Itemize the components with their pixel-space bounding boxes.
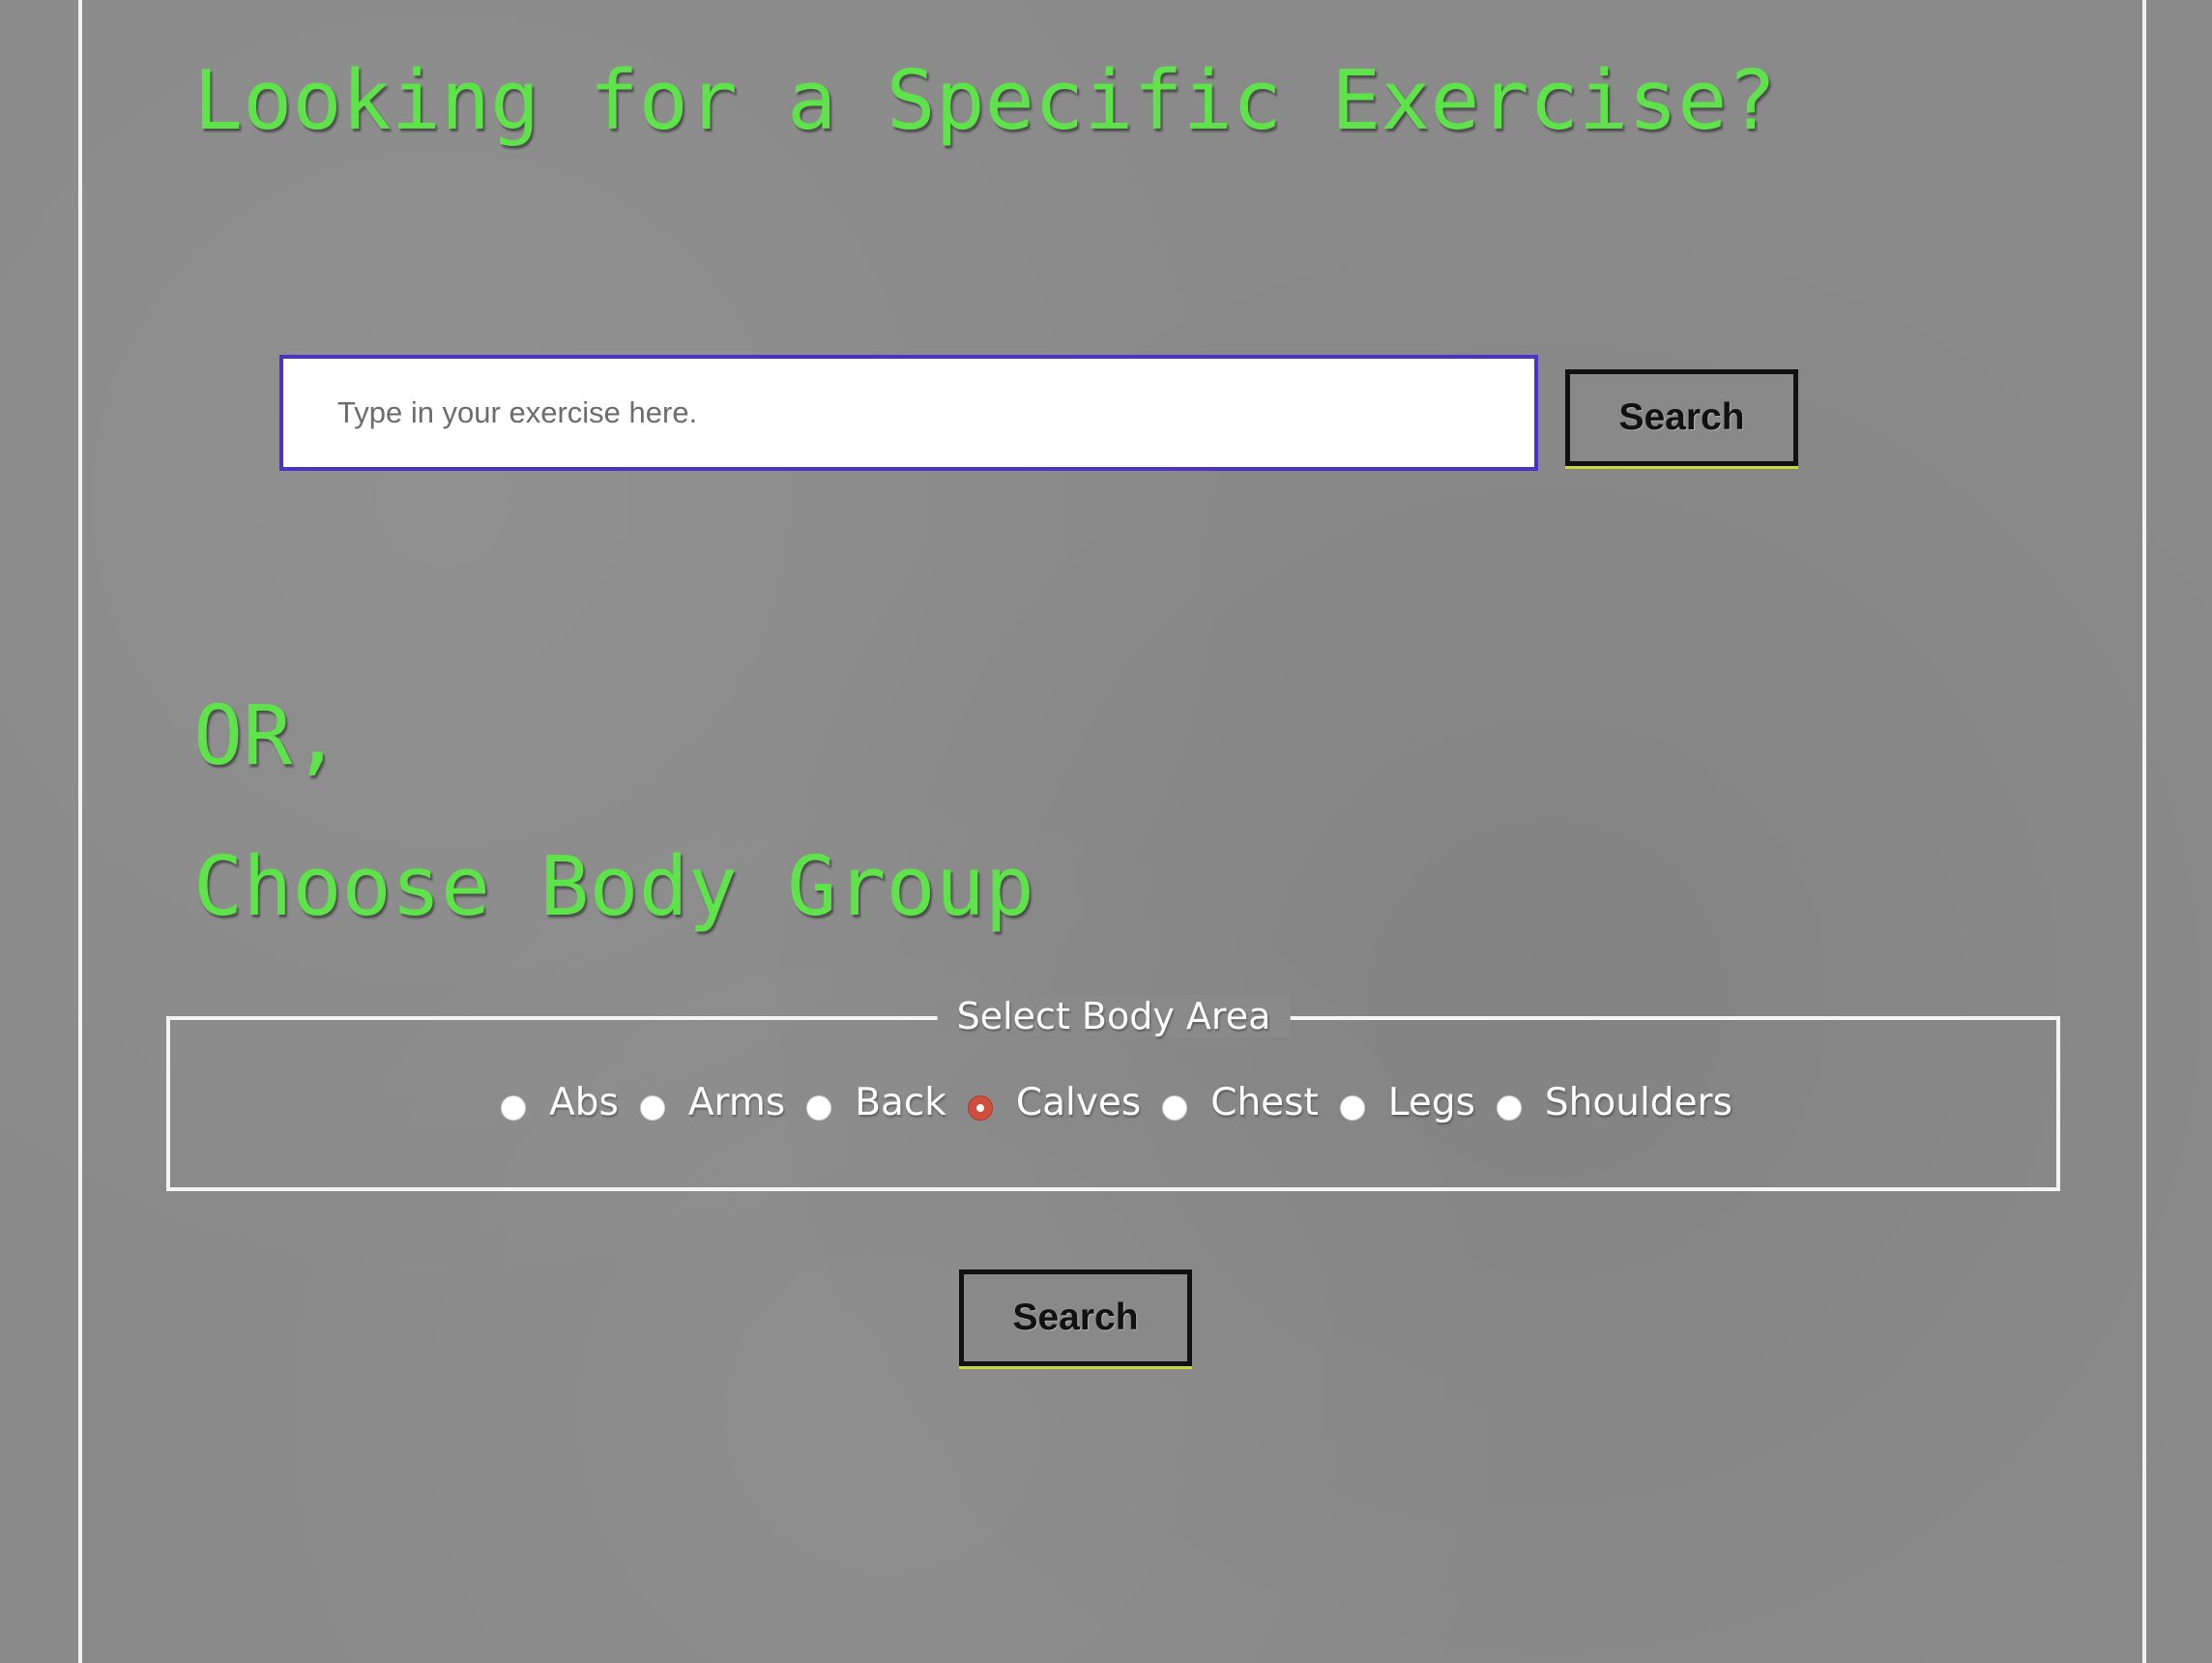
radio-label-shoulders: Shoulders [1544, 1080, 1732, 1124]
radio-label-arms: Arms [687, 1080, 786, 1124]
radio-button-calves[interactable] [967, 1095, 993, 1121]
body-group-search-button[interactable]: Search [959, 1269, 1192, 1366]
exercise-search-input[interactable] [279, 355, 1538, 471]
exercise-search-button[interactable]: Search [1565, 369, 1798, 466]
radio-button-abs[interactable] [501, 1095, 527, 1121]
radio-label-calves: Calves [1015, 1080, 1142, 1124]
radio-button-chest[interactable] [1162, 1095, 1188, 1121]
body-area-radio-group: Abs Arms Back Calves Chest Legs Shoulder… [0, 1073, 2212, 1131]
radio-label-abs: Abs [549, 1080, 619, 1124]
radio-button-shoulders[interactable] [1496, 1095, 1522, 1121]
radio-label-chest: Chest [1210, 1080, 1319, 1124]
page-border-left [78, 0, 82, 1663]
page-border-right [2142, 0, 2146, 1663]
radio-button-back[interactable] [806, 1095, 832, 1121]
radio-label-back: Back [855, 1080, 946, 1124]
body-area-legend: Select Body Area [937, 995, 1291, 1037]
body-group-title: Choose Body Group [193, 839, 1034, 935]
or-divider-text: OR, [193, 688, 342, 784]
page-title: Looking for a Specific Exercise? [193, 53, 1777, 149]
radio-label-legs: Legs [1387, 1080, 1475, 1124]
radio-option-legs[interactable]: Legs [1319, 1081, 1475, 1124]
radio-option-arms[interactable]: Arms [619, 1081, 785, 1124]
radio-button-legs[interactable] [1339, 1095, 1365, 1121]
radio-option-back[interactable]: Back [785, 1081, 946, 1124]
radio-option-abs[interactable]: Abs [480, 1081, 619, 1124]
radio-option-chest[interactable]: Chest [1141, 1081, 1319, 1124]
radio-option-calves[interactable]: Calves [946, 1081, 1141, 1124]
radio-option-shoulders[interactable]: Shoulders [1475, 1081, 1732, 1124]
radio-button-arms[interactable] [639, 1095, 665, 1121]
